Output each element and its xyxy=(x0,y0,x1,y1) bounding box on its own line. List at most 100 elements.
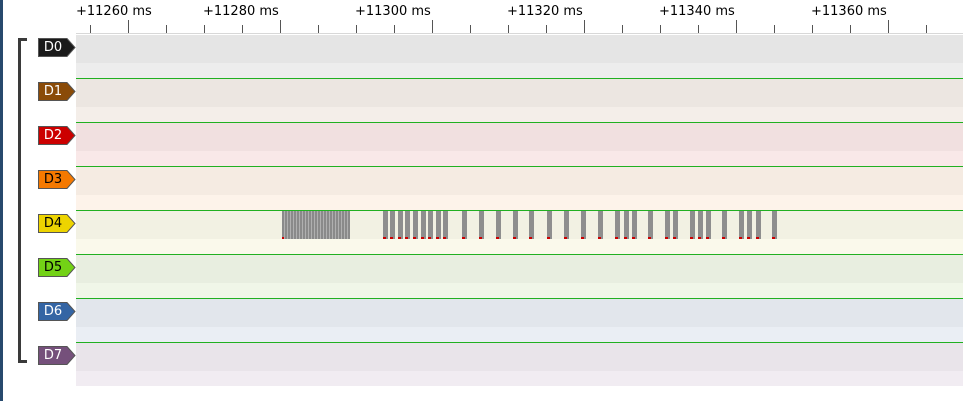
edge-marker xyxy=(405,237,408,239)
ruler-major-tick xyxy=(128,20,129,33)
ruler-label: +11300 ms xyxy=(355,4,431,19)
ruler-minor-tick xyxy=(774,25,775,33)
ruler-major-tick xyxy=(280,20,281,33)
channel-name: D4 xyxy=(43,216,63,231)
channel-name: D1 xyxy=(43,84,63,99)
ruler-major-tick xyxy=(736,20,737,33)
edge-marker xyxy=(722,237,725,239)
edge-marker xyxy=(632,237,635,239)
channel-name: D2 xyxy=(43,128,63,143)
edge-marker xyxy=(739,237,742,239)
signal-pulse xyxy=(513,211,518,239)
trace-row-d3 xyxy=(76,167,963,195)
channel-label-d1[interactable]: D1 xyxy=(38,82,76,101)
signal-pulse xyxy=(581,211,586,239)
edge-marker xyxy=(665,237,668,239)
channel-label-d7[interactable]: D7 xyxy=(38,346,76,365)
ruler-label: +11360 ms xyxy=(811,4,887,19)
ruler-minor-tick xyxy=(622,25,623,33)
trace-row-d7 xyxy=(76,343,963,371)
signal-pulse xyxy=(706,211,711,239)
signal-pulse xyxy=(383,211,388,239)
channel-name: D6 xyxy=(43,304,63,319)
ruler-minor-tick xyxy=(242,25,243,33)
channel-name: D3 xyxy=(43,172,63,187)
channel-name: D5 xyxy=(43,260,63,275)
ruler-minor-tick xyxy=(660,25,661,33)
channel-label-d4[interactable]: D4 xyxy=(38,214,76,233)
channel-label-d2[interactable]: D2 xyxy=(38,126,76,145)
signal-pulse xyxy=(421,211,426,239)
channel-name: D0 xyxy=(43,40,63,55)
logic-high-line xyxy=(76,122,963,123)
ruler-minor-tick xyxy=(850,25,851,33)
signal-pulse xyxy=(624,211,629,239)
signal-pulse xyxy=(772,211,777,239)
edge-marker xyxy=(547,237,550,239)
signal-pulse xyxy=(615,211,620,239)
signal-pulse xyxy=(398,211,403,239)
ruler-minor-tick xyxy=(698,25,699,33)
trace-row-d2 xyxy=(76,123,963,151)
ruler-label: +11320 ms xyxy=(507,4,583,19)
trace-row-lower-d3 xyxy=(76,195,963,210)
trace-view[interactable] xyxy=(76,34,963,386)
channel-label-d5[interactable]: D5 xyxy=(38,258,76,277)
edge-marker xyxy=(747,237,750,239)
channel-label-d0[interactable]: D0 xyxy=(38,38,76,57)
channel-label-d3[interactable]: D3 xyxy=(38,170,76,189)
edge-marker xyxy=(698,237,701,239)
signal-pulse xyxy=(673,211,678,239)
edge-marker xyxy=(428,237,431,239)
edge-marker xyxy=(390,237,393,239)
ruler-minor-tick xyxy=(90,25,91,33)
edge-marker xyxy=(282,237,284,239)
edge-marker xyxy=(598,237,601,239)
ruler-minor-tick xyxy=(318,25,319,33)
signal-burst xyxy=(282,211,350,239)
edge-marker xyxy=(529,237,532,239)
ruler-minor-tick xyxy=(546,25,547,33)
trace-row-d6 xyxy=(76,299,963,327)
ruler-minor-tick xyxy=(508,25,509,33)
signal-pulse xyxy=(390,211,395,239)
logic-high-line xyxy=(76,210,963,211)
logic-high-line xyxy=(76,166,963,167)
signal-pulse xyxy=(462,211,467,239)
logic-high-line xyxy=(76,254,963,255)
edge-marker xyxy=(706,237,709,239)
logic-high-line xyxy=(76,78,963,79)
edge-marker xyxy=(496,237,499,239)
signal-pulse xyxy=(428,211,433,239)
signal-pulse xyxy=(479,211,484,239)
signal-pulse xyxy=(564,211,569,239)
ruler-minor-tick xyxy=(204,25,205,33)
edge-marker xyxy=(436,237,439,239)
edge-marker xyxy=(648,237,651,239)
signal-pulse xyxy=(547,211,552,239)
signal-pulse xyxy=(722,211,727,239)
signal-pulse xyxy=(648,211,653,239)
signal-pulse xyxy=(632,211,637,239)
signal-pulse xyxy=(496,211,501,239)
edge-marker xyxy=(756,237,759,239)
channel-header-panel xyxy=(3,0,76,401)
edge-marker xyxy=(443,237,446,239)
edge-marker xyxy=(581,237,584,239)
ruler-label: +11260 ms xyxy=(76,4,152,19)
channel-group-bracket[interactable] xyxy=(18,38,27,363)
edge-marker xyxy=(564,237,567,239)
signal-pulse xyxy=(529,211,534,239)
channel-name: D7 xyxy=(43,348,63,363)
signal-pulse xyxy=(698,211,703,239)
edge-marker xyxy=(772,237,775,239)
ruler-minor-tick xyxy=(470,25,471,33)
signal-pulse xyxy=(443,211,448,239)
ruler-minor-tick xyxy=(926,25,927,33)
channel-label-d6[interactable]: D6 xyxy=(38,302,76,321)
trace-row-lower-d2 xyxy=(76,151,963,166)
edge-marker xyxy=(479,237,482,239)
trace-row-lower-d0 xyxy=(76,63,963,78)
time-ruler[interactable]: +11260 ms +11280 ms +11300 ms +11320 ms … xyxy=(76,0,963,34)
signal-pulse xyxy=(690,211,695,239)
